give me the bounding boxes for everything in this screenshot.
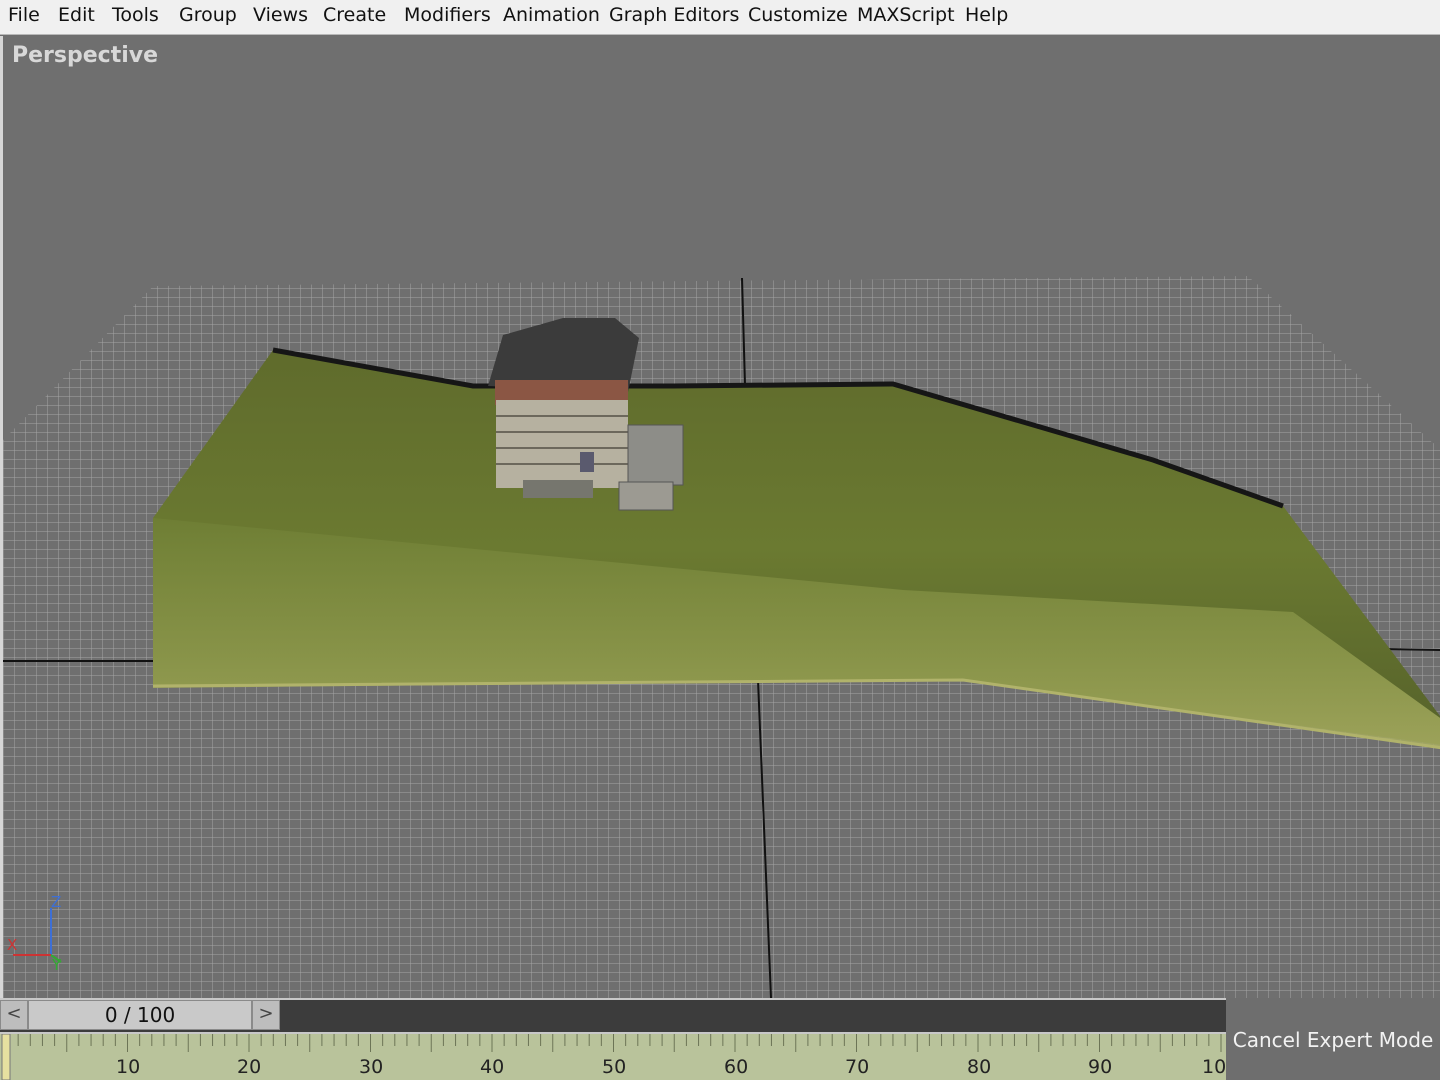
tick-label: 10 bbox=[116, 1056, 141, 1078]
menu-group[interactable]: Group bbox=[179, 4, 237, 26]
menu-graph-editors[interactable]: Graph Editors bbox=[609, 4, 739, 26]
tick-label: 40 bbox=[480, 1056, 505, 1078]
menu-animation[interactable]: Animation bbox=[503, 4, 600, 26]
menu-maxscript[interactable]: MAXScript bbox=[857, 4, 955, 26]
tick-label: 50 bbox=[602, 1056, 627, 1078]
menu-bar: File Edit Tools Group Views Create Modif… bbox=[0, 0, 1440, 35]
menu-tools[interactable]: Tools bbox=[112, 4, 159, 26]
menu-edit[interactable]: Edit bbox=[58, 4, 95, 26]
tick-label: 10 bbox=[1202, 1056, 1226, 1078]
time-slider-thumb[interactable]: 0 / 100 bbox=[28, 1000, 252, 1030]
viewport-scene: Z X Y bbox=[3, 276, 1440, 998]
axis-x-label: X bbox=[7, 936, 17, 954]
menu-create[interactable]: Create bbox=[323, 4, 386, 26]
track-bar-ruler[interactable]: 10 20 30 40 50 60 70 80 90 10 bbox=[0, 1034, 1226, 1080]
prev-frame-button[interactable]: < bbox=[0, 1000, 28, 1030]
next-frame-button[interactable]: > bbox=[252, 1000, 280, 1030]
tick-label: 90 bbox=[1088, 1056, 1113, 1078]
menu-modifiers[interactable]: Modifiers bbox=[404, 4, 491, 26]
menu-customize[interactable]: Customize bbox=[748, 4, 848, 26]
tick-label: 60 bbox=[724, 1056, 749, 1078]
axis-y-label: Y bbox=[51, 956, 62, 974]
current-frame-marker[interactable] bbox=[1, 1034, 11, 1080]
menu-help[interactable]: Help bbox=[965, 4, 1008, 26]
axis-z-label: Z bbox=[51, 893, 61, 911]
tick-label: 80 bbox=[967, 1056, 992, 1078]
time-slider-bar: < 0 / 100 > 10 20 30 40 50 60 70 80 90 1… bbox=[0, 998, 1440, 1080]
tick-label: 30 bbox=[359, 1056, 384, 1078]
cancel-expert-mode-button[interactable]: Cancel Expert Mode bbox=[1226, 1028, 1440, 1052]
expert-mode-panel: Cancel Expert Mode bbox=[1226, 998, 1440, 1080]
perspective-viewport[interactable]: Z X Y Perspective bbox=[0, 36, 1440, 998]
menu-file[interactable]: File bbox=[8, 4, 40, 26]
tick-label: 70 bbox=[845, 1056, 870, 1078]
menu-views[interactable]: Views bbox=[253, 4, 308, 26]
viewport-label[interactable]: Perspective bbox=[12, 43, 158, 68]
tick-label: 20 bbox=[237, 1056, 262, 1078]
